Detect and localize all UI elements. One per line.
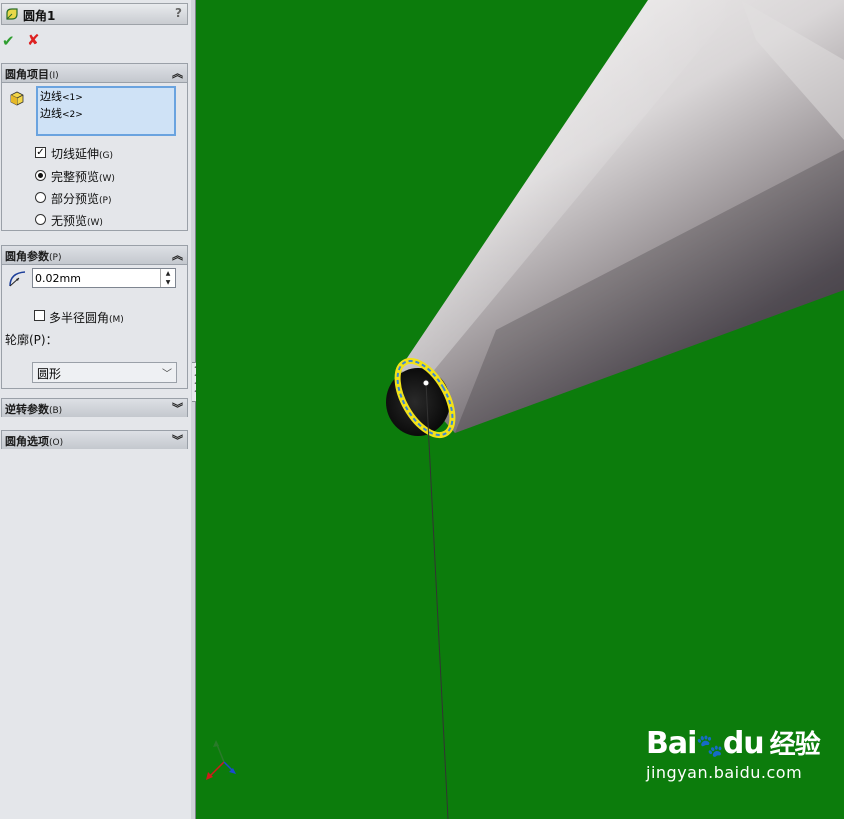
- items-to-fillet-section: 圆角项目(I) ︽ 边线<1> 边线<2> ✓ 切线延伸(G) 完整预览(W) …: [1, 63, 188, 231]
- paw-logo-icon: 🐾: [696, 734, 723, 759]
- full-preview-label: 完整预览(W): [51, 170, 115, 184]
- coordinate-triad-icon: [206, 740, 236, 780]
- collapse-chevron-icon[interactable]: ︽: [172, 65, 183, 81]
- graphics-viewport[interactable]: Bai🐾du 经验 jingyan.baidu.com: [196, 0, 844, 819]
- radius-spinner[interactable]: ▲ ▼: [160, 269, 175, 287]
- no-preview-label: 无预览(W): [51, 214, 103, 228]
- fillet-options-section[interactable]: 圆角选项(O) ︾: [1, 430, 188, 449]
- setback-section-shortcut: (B): [49, 406, 63, 416]
- watermark-brand-a: Bai: [646, 726, 697, 761]
- partial-preview-label: 部分预览(P): [51, 192, 112, 206]
- expand-chevron-icon[interactable]: ︾: [172, 400, 183, 416]
- profile-label: 轮廓(P)：: [5, 333, 58, 347]
- setback-parameters-section[interactable]: 逆转参数(B) ︾: [1, 398, 188, 417]
- fillet-feature-icon: [6, 8, 18, 20]
- watermark-brand-c: 经验: [769, 730, 821, 760]
- no-preview-radio[interactable]: [35, 214, 46, 225]
- edge-selection-icon: [10, 91, 24, 106]
- items-section-title: 圆角项目: [5, 68, 49, 81]
- radius-input[interactable]: 0.02mm ▲ ▼: [32, 268, 176, 288]
- feature-title: 圆角1: [23, 9, 56, 23]
- chevron-down-icon: ﹀: [162, 369, 172, 380]
- help-button[interactable]: ?: [175, 6, 182, 20]
- params-section-header[interactable]: 圆角参数(P) ︽: [2, 246, 187, 265]
- setback-section-header[interactable]: 逆转参数(B) ︾: [2, 399, 187, 417]
- options-section-title: 圆角选项: [5, 435, 49, 448]
- options-section-header[interactable]: 圆角选项(O) ︾: [2, 431, 187, 449]
- leader-line: [425, 382, 449, 819]
- selected-edges-list[interactable]: 边线<1> 边线<2>: [36, 86, 176, 136]
- items-section-shortcut: (I): [49, 71, 59, 81]
- edge-pick-point[interactable]: [422, 379, 430, 387]
- params-section-shortcut: (P): [49, 253, 62, 263]
- setback-section-title: 逆转参数: [5, 403, 49, 416]
- expand-chevron-icon[interactable]: ︾: [172, 432, 183, 448]
- items-section-header[interactable]: 圆角项目(I) ︽: [2, 64, 187, 83]
- full-preview-radio[interactable]: [35, 170, 46, 181]
- watermark-url: jingyan.baidu.com: [646, 763, 803, 782]
- feature-titlebar: 圆角1 ?: [1, 3, 188, 25]
- list-item[interactable]: 边线<2>: [40, 106, 172, 123]
- partial-preview-radio[interactable]: [35, 192, 46, 203]
- params-section-title: 圆角参数: [5, 250, 49, 263]
- profile-select[interactable]: 圆形 ﹀: [32, 362, 177, 383]
- options-section-shortcut: (O): [49, 438, 64, 448]
- property-manager-panel: 圆角1 ? ✔ ✘ 圆角项目(I) ︽ 边线<1> 边线<2> ✓ 切线延伸(G…: [0, 0, 192, 819]
- tangent-propagation-label: 切线延伸(G): [51, 147, 114, 161]
- radius-icon: [9, 271, 26, 287]
- baidu-watermark: Bai🐾du 经验 jingyan.baidu.com: [646, 724, 821, 782]
- model-canvas[interactable]: [196, 0, 844, 819]
- watermark-brand-b: du: [722, 726, 765, 761]
- list-item[interactable]: 边线<1>: [40, 89, 172, 106]
- collapse-chevron-icon[interactable]: ︽: [172, 247, 183, 263]
- tangent-propagation-checkbox[interactable]: ✓: [35, 147, 46, 158]
- fillet-parameters-section: 圆角参数(P) ︽ 0.02mm ▲ ▼ 多半径圆角(M) 轮廓(P)： 圆形 ﹀: [1, 245, 188, 389]
- multi-radius-checkbox[interactable]: [34, 310, 45, 321]
- cone-body[interactable]: [399, 0, 844, 433]
- ok-button[interactable]: ✔: [2, 32, 15, 50]
- cancel-button[interactable]: ✘: [27, 31, 40, 49]
- multi-radius-label: 多半径圆角(M): [49, 311, 124, 325]
